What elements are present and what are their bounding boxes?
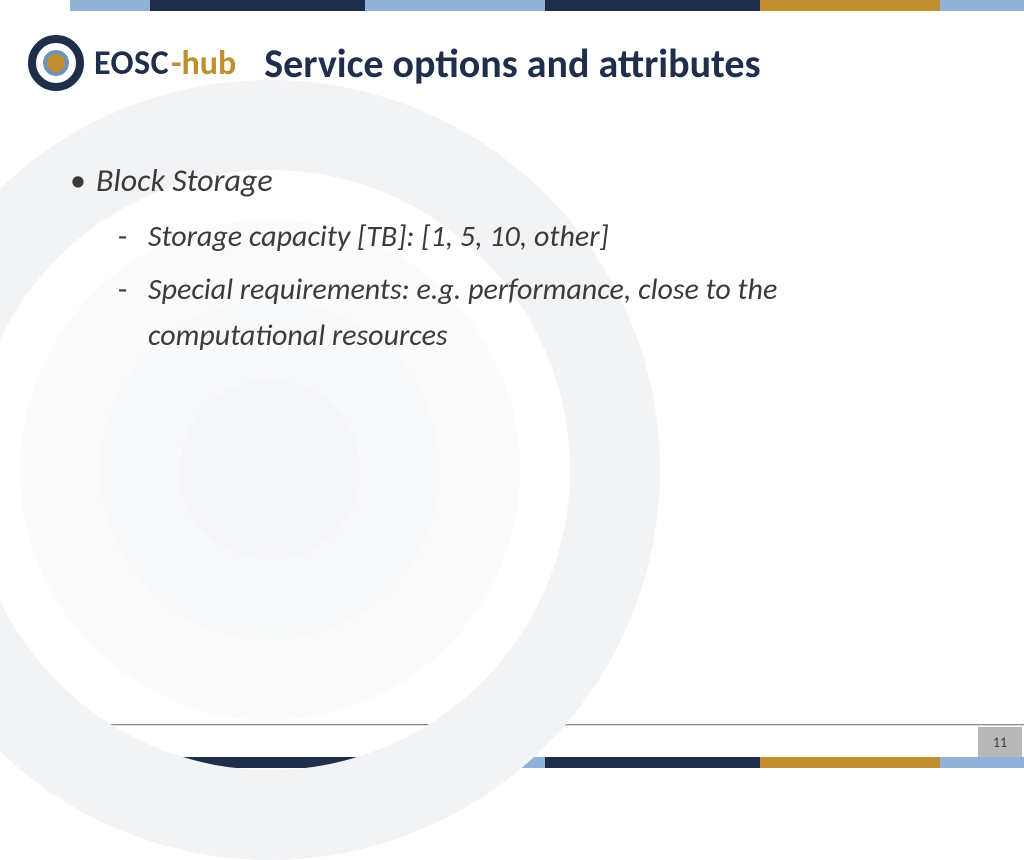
logo: EOSC - hub <box>28 35 236 91</box>
slide-title: Service options and attributes <box>264 39 996 88</box>
footer-date: 7/17/2018 <box>0 734 108 751</box>
border-segment <box>0 757 70 768</box>
page-number: 11 <box>993 734 1007 751</box>
border-segment <box>70 757 150 768</box>
main-bullet-list: Block Storage Storage capacity [TB]: [1,… <box>70 159 954 360</box>
border-segment <box>150 757 365 768</box>
border-segment <box>760 757 940 768</box>
bullet-text: Storage capacity [TB]: [1, 5, 10, other] <box>148 218 609 255</box>
content-area: Block Storage Storage capacity [TB]: [1,… <box>0 91 1024 360</box>
bullet-text: Block Storage <box>96 161 273 200</box>
bottom-border-strip <box>0 757 1024 768</box>
list-item: Special requirements: e.g. performance, … <box>118 267 954 360</box>
border-segment <box>940 0 1024 11</box>
footer-divider <box>40 724 1024 726</box>
border-segment <box>940 757 1024 768</box>
list-item: Block Storage Storage capacity [TB]: [1,… <box>70 159 954 360</box>
border-segment <box>365 757 545 768</box>
bullet-text: Special requirements: e.g. performance, … <box>148 271 777 355</box>
page-number-badge: 11 <box>978 727 1022 757</box>
logo-eosc: EOSC <box>94 43 169 84</box>
header: EOSC - hub Service options and attribute… <box>0 11 1024 91</box>
sub-bullet-list: Storage capacity [TB]: [1, 5, 10, other]… <box>118 214 954 360</box>
logo-text: EOSC - hub <box>94 43 236 84</box>
border-segment <box>760 0 940 11</box>
logo-hub: hub <box>182 43 237 84</box>
border-segment <box>150 0 365 11</box>
list-item: Storage capacity [TB]: [1, 5, 10, other] <box>118 214 954 261</box>
border-segment <box>365 0 545 11</box>
top-border-strip <box>0 0 1024 11</box>
border-segment <box>0 0 70 11</box>
border-segment <box>545 0 760 11</box>
footer: 7/17/2018 11 <box>0 727 1024 757</box>
logo-mark-icon <box>28 35 84 91</box>
border-segment <box>70 0 150 11</box>
logo-dash: - <box>171 43 181 84</box>
border-segment <box>545 757 760 768</box>
